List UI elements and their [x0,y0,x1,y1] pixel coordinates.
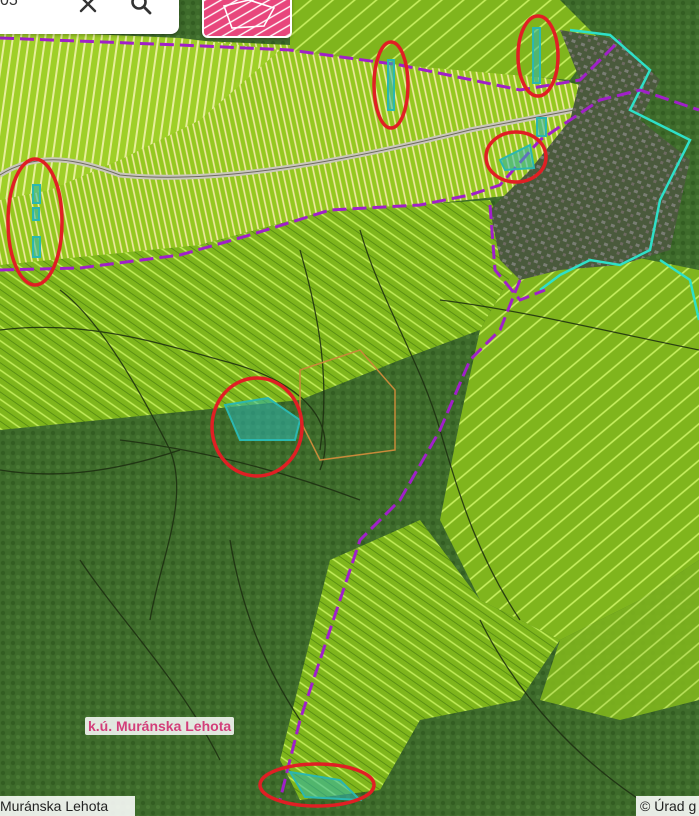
search-box[interactable]: 05 [0,0,179,34]
parcel-layer-button[interactable] [202,0,292,38]
search-icon [131,0,152,15]
clear-search-button[interactable] [74,0,102,18]
map-attribution[interactable]: © Úrad g [636,796,699,816]
cadastral-area-label: k.ú. Muránska Lehota [85,717,235,735]
close-icon [79,0,97,13]
map-canvas[interactable] [0,0,699,816]
search-input[interactable]: 05 [0,0,18,10]
location-strip: Muránska Lehota [0,796,135,816]
parcel-layer-icon [204,0,290,36]
search-button[interactable] [127,0,155,18]
